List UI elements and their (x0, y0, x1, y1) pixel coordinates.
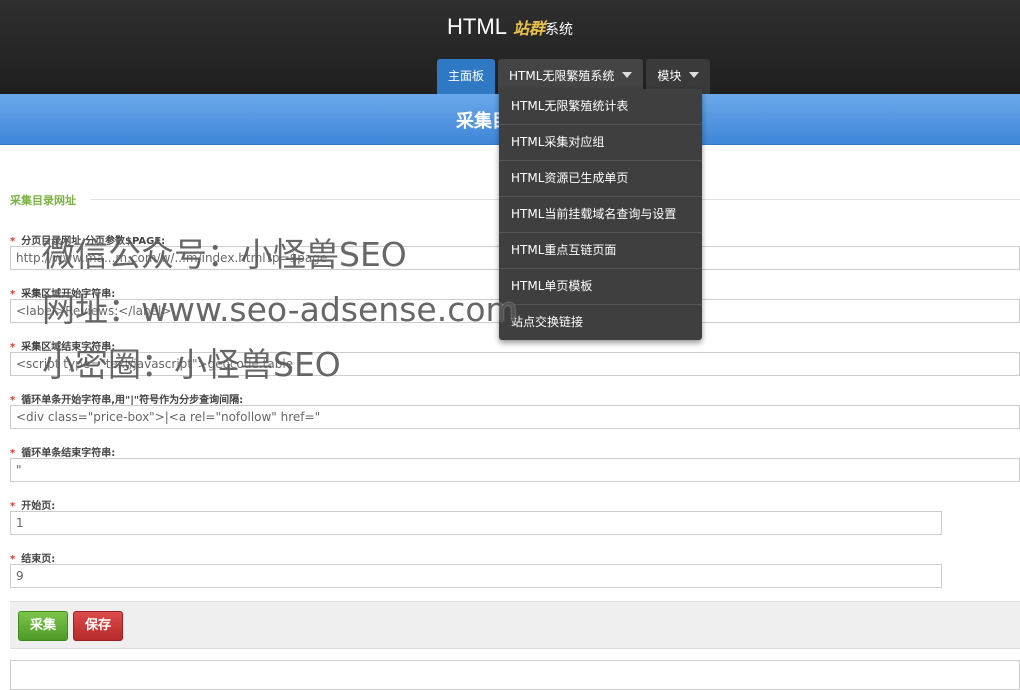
brand-highlight: 站群 (512, 19, 545, 38)
menu-item-exchange-links[interactable]: 站点交换链接 (499, 305, 702, 340)
field-label-loop-start: * 循环单条开始字符串,用"|"符号作为分步查询间隔: (10, 391, 243, 406)
field-label-area-end: * 采集区域结束字符串: (10, 338, 115, 353)
menu-item-domain-settings[interactable]: HTML当前挂载域名查询与设置 (499, 197, 702, 233)
nav-modules-label: 模块 (657, 69, 682, 83)
menu-item-key-links[interactable]: HTML重点互链页面 (499, 233, 702, 269)
nav-dashboard[interactable]: 主面板 (437, 59, 496, 94)
nav-dashboard-label: 主面板 (448, 69, 485, 83)
field-label-loop-end: * 循环单条结束字符串: (10, 444, 115, 459)
menu-item-stats[interactable]: HTML无限繁殖统计表 (499, 89, 702, 125)
field-label-end-page: * 结束页: (10, 550, 55, 565)
brand-logo: HTML 站群系统 (0, 14, 1020, 40)
field-label-start-page: * 开始页: (10, 497, 55, 512)
field-label-list-url: * 分页目录网址,分页参数$PAGE: (10, 232, 165, 247)
area-end-input[interactable]: <script type="text/javascript">geocode.t… (10, 352, 1020, 376)
collect-button[interactable]: 采集 (18, 611, 69, 641)
caret-down-icon (689, 72, 700, 78)
top-header: HTML 站群系统 主面板 HTML无限繁殖系统 模块 (0, 0, 1020, 94)
html-system-dropdown: HTML无限繁殖统计表 HTML采集对应组 HTML资源已生成单页 HTML当前… (499, 89, 702, 340)
output-area[interactable] (10, 660, 1020, 690)
form-actions: 采集 保存 (10, 601, 1020, 649)
section-legend: 采集目录网址 (10, 194, 76, 207)
menu-item-generated-pages[interactable]: HTML资源已生成单页 (499, 161, 702, 197)
field-label-area-start: * 采集区域开始字符串: (10, 285, 115, 300)
menu-item-page-template[interactable]: HTML单页模板 (499, 269, 702, 305)
start-page-input[interactable]: 1 (10, 511, 942, 535)
menu-item-collect-groups[interactable]: HTML采集对应组 (499, 125, 702, 161)
loop-start-input[interactable]: <div class="price-box">|<a rel="nofollow… (10, 405, 1020, 429)
nav-html-system-label: HTML无限繁殖系统 (509, 69, 615, 83)
end-page-input[interactable]: 9 (10, 564, 942, 588)
loop-end-input[interactable]: " (10, 458, 1020, 482)
brand-text: HTML (447, 14, 507, 39)
caret-down-icon (622, 72, 633, 78)
brand-suffix: 系统 (544, 22, 573, 38)
save-button[interactable]: 保存 (73, 611, 124, 641)
